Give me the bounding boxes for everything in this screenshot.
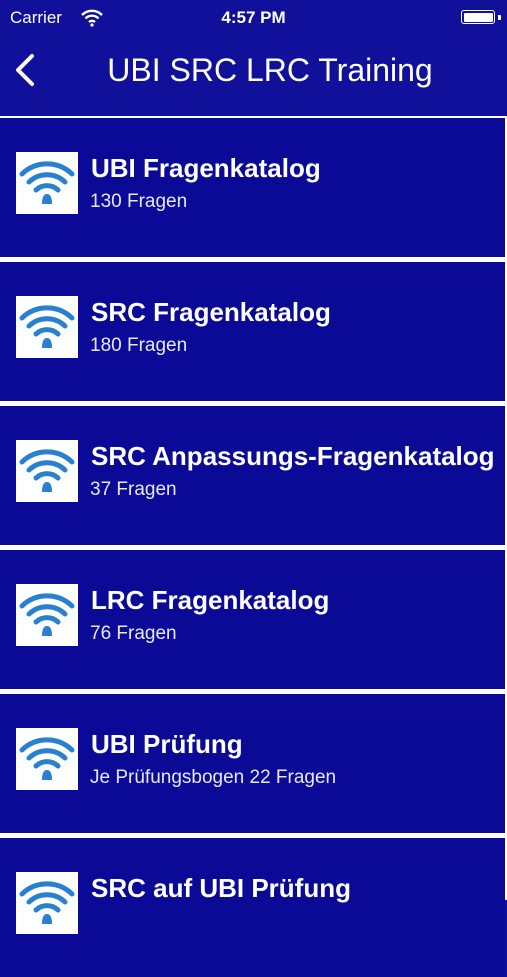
battery-tip	[498, 15, 501, 20]
list-item-subtitle: 76 Fragen	[90, 623, 177, 644]
list-item[interactable]: SRC Anpassungs-Fragenkatalog 37 Fragen	[0, 404, 505, 545]
list-item-title: LRC Fragenkatalog	[91, 585, 330, 615]
catalog-list: UBI Fragenkatalog 130 Fragen SRC Fragenkat…	[0, 116, 507, 977]
wifi-signal-icon	[16, 440, 78, 502]
status-bar: Carrier 4:57 PM	[0, 0, 507, 36]
back-button[interactable]	[8, 50, 44, 90]
clock: 4:57 PM	[221, 8, 286, 27]
list-item-title: UBI Fragenkatalog	[91, 153, 321, 183]
wifi-signal-icon	[16, 296, 78, 358]
list-item[interactable]: SRC auf UBI Prüfung	[0, 836, 505, 977]
list-item-subtitle: 130 Fragen	[90, 191, 188, 212]
battery-icon	[461, 10, 495, 24]
wifi-signal-icon	[16, 584, 78, 646]
list-item[interactable]: SRC Fragenkatalog 180 Fragen	[0, 260, 505, 401]
list-item-title: SRC Anpassungs-Fragenkatalog	[91, 441, 495, 471]
chevron-left-icon	[16, 54, 34, 86]
list-item-subtitle: 37 Fragen	[90, 479, 177, 500]
list-item-title: SRC Fragenkatalog	[91, 297, 331, 327]
page-title: UBI SRC LRC Training	[107, 52, 433, 88]
wifi-signal-icon	[16, 872, 78, 934]
list-item[interactable]: UBI Fragenkatalog 130 Fragen	[0, 116, 505, 257]
list-item[interactable]: LRC Fragenkatalog 76 Fragen	[0, 548, 505, 689]
list-item-title: UBI Prüfung	[91, 729, 243, 759]
list-item-subtitle: Je Prüfungsbogen 22 Fragen	[90, 767, 337, 788]
list-item[interactable]: UBI Prüfung Je Prüfungsbogen 22 Fragen	[0, 692, 505, 833]
list-item-subtitle: 180 Fragen	[90, 335, 188, 356]
wifi-signal-icon	[16, 728, 78, 790]
list-item-title: SRC auf UBI Prüfung	[91, 873, 351, 903]
wifi-signal-icon	[16, 152, 78, 214]
navigation-bar: UBI SRC LRC Training	[0, 36, 507, 116]
